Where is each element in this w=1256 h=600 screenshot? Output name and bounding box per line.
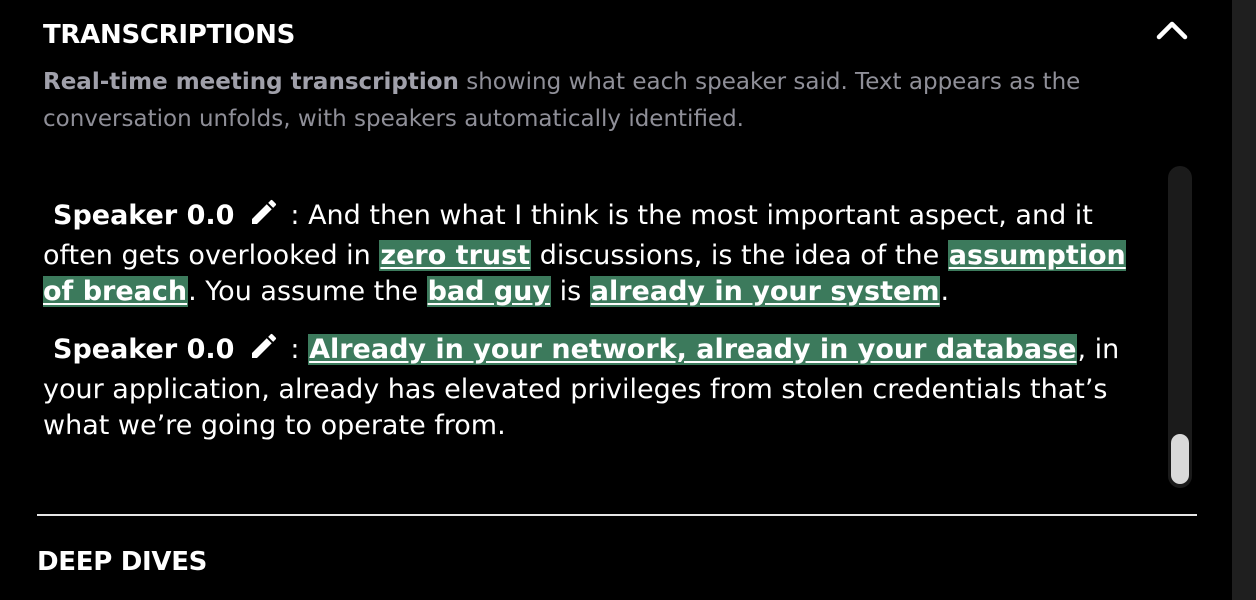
pencil-icon — [252, 199, 277, 224]
chevron-up-icon — [1156, 21, 1188, 40]
transcript-entry: Speaker 0.0: Already in your network, al… — [43, 330, 1163, 444]
sidebar-panel: TRANSCRIPTIONS Real-time meeting transcr… — [0, 0, 1232, 600]
transcript-entry: Speaker 0.0: And then what I think is th… — [43, 196, 1163, 310]
transcript-text: is — [551, 276, 590, 307]
speaker-label: Speaker 0.0 — [53, 200, 235, 231]
transcriptions-title: TRANSCRIPTIONS — [43, 20, 295, 50]
deep-dives-title[interactable]: DEEP DIVES — [37, 547, 207, 577]
transcriptions-description: Real-time meeting transcription showing … — [43, 64, 1123, 138]
transcript-scrollbar[interactable] — [1168, 166, 1192, 488]
transcript-text: . You assume the — [188, 276, 427, 307]
description-bold: Real-time meeting transcription — [43, 69, 459, 95]
pencil-icon — [252, 333, 277, 358]
transcript-text: : — [290, 334, 309, 365]
transcript-text: . — [940, 276, 950, 307]
transcript-list: Speaker 0.0: And then what I think is th… — [43, 196, 1163, 464]
edit-speaker-button[interactable] — [248, 196, 280, 238]
keyword-highlight[interactable]: bad guy — [426, 276, 552, 307]
collapse-button[interactable] — [1150, 12, 1194, 48]
keyword-highlight[interactable]: already in your system — [589, 276, 941, 307]
speaker-label: Speaker 0.0 — [53, 334, 235, 365]
scrollbar-thumb[interactable] — [1171, 434, 1189, 484]
section-divider — [37, 514, 1197, 516]
edit-speaker-button[interactable] — [248, 330, 280, 372]
keyword-highlight[interactable]: Already in your network, already in your… — [308, 334, 1078, 365]
keyword-highlight[interactable]: zero trust — [379, 240, 532, 271]
transcript-text: discussions, is the idea of the — [531, 240, 948, 271]
page-scroll-gutter — [1232, 0, 1256, 600]
